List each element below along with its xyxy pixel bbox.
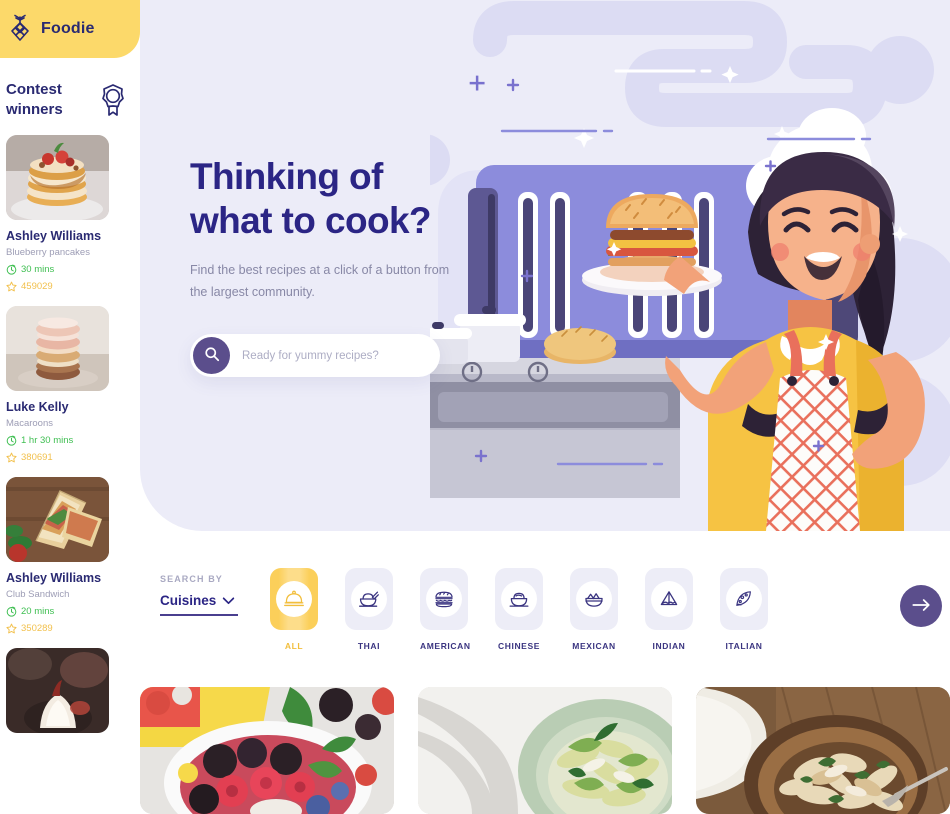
- cuisine-label: ALL: [284, 641, 304, 651]
- cuisine-label: THAI: [357, 641, 381, 651]
- list-item[interactable]: Ashley Williams Blueberry pancakes 30 mi…: [6, 134, 140, 292]
- hero-title-line2: what to cook?: [190, 199, 432, 241]
- whipped-cream-dessert-photo: [6, 647, 109, 733]
- chevron-down-icon: [222, 593, 235, 608]
- cuisine-item-thai[interactable]: THAI: [345, 568, 393, 651]
- winner-time: 20 mins: [6, 606, 140, 617]
- cuisine-tile: [720, 568, 768, 630]
- winner-dish: Blueberry pancakes: [6, 246, 90, 258]
- filter-dropdown-value: Cuisines: [160, 593, 217, 608]
- cuisine-tile: [570, 568, 618, 630]
- cuisine-item-american[interactable]: AMERICAN: [420, 568, 471, 651]
- recipe-card[interactable]: [696, 687, 950, 814]
- rice-bowl-icon: [501, 581, 537, 617]
- clock-icon: [6, 606, 17, 617]
- winner-likes-text: 459029: [21, 280, 53, 292]
- list-item[interactable]: [6, 647, 140, 733]
- search-button[interactable]: [193, 337, 230, 374]
- list-item[interactable]: Ashley Williams Club Sandwich 20 mins 35…: [6, 476, 140, 634]
- filter-dropdown[interactable]: Cuisines: [160, 593, 238, 616]
- cuisine-tile: [345, 568, 393, 630]
- star-icon: [6, 452, 17, 463]
- pineapple-icon: [6, 14, 34, 44]
- noodle-bowl-icon: [351, 581, 387, 617]
- burger-icon: [426, 581, 462, 617]
- search-by-label: SEARCH BY: [160, 574, 223, 584]
- star-icon: [6, 281, 17, 292]
- cuisine-item-all[interactable]: ALL: [270, 568, 318, 651]
- pancake-stack-photo: [6, 134, 109, 220]
- winner-name: Ashley Williams: [6, 228, 102, 243]
- winner-dish: Macaroons: [6, 417, 53, 429]
- next-page-button[interactable]: [900, 585, 942, 627]
- winner-time-text: 1 hr 30 mins: [21, 434, 74, 446]
- macaroon-stack-photo: [6, 305, 109, 391]
- cuisine-item-indian[interactable]: INDIAN: [645, 568, 693, 651]
- cuisine-item-chinese[interactable]: CHINESE: [495, 568, 543, 651]
- cuisine-filter-bar: SEARCH BY Cuisines ALL THAI AMERICAN CHI…: [140, 548, 950, 678]
- foodie-app-window: Foodie Contest winners Ashley Williams B…: [0, 0, 950, 814]
- cuisine-tile: [495, 568, 543, 630]
- pizza-slice-icon: [726, 581, 762, 617]
- sidebar: Foodie Contest winners Ashley Williams B…: [0, 0, 140, 814]
- cuisine-item-italian[interactable]: ITALIAN: [720, 568, 768, 651]
- contest-winners-header: Contest winners: [0, 58, 140, 121]
- clock-icon: [6, 264, 17, 275]
- hero-subtitle: Find the best recipes at a click of a bu…: [190, 260, 458, 303]
- hero-subtitle-line1: Find the best recipes at a click of a bu…: [190, 263, 421, 278]
- star-icon: [6, 623, 17, 634]
- cuisine-label: MEXICAN: [572, 641, 616, 651]
- winner-likes: 350289: [6, 623, 140, 634]
- nacho-bowl-icon: [576, 581, 612, 617]
- winner-name: Luke Kelly: [6, 399, 69, 414]
- recipe-card-row: [140, 687, 950, 814]
- search-icon: [204, 346, 220, 365]
- hero-title-line1: Thinking of: [190, 156, 383, 197]
- contest-winners-title: Contest winners: [6, 81, 63, 119]
- search-by-group: SEARCH BY Cuisines: [160, 574, 258, 616]
- winner-time: 30 mins: [6, 264, 140, 275]
- club-sandwich-photo: [6, 476, 109, 562]
- samosa-icon: [651, 581, 687, 617]
- cuisine-item-mexican[interactable]: MEXICAN: [570, 568, 618, 651]
- contest-winner-list: Ashley Williams Blueberry pancakes 30 mi…: [0, 121, 140, 733]
- recipe-card[interactable]: [418, 687, 672, 814]
- cloche-dome-icon: [276, 581, 312, 617]
- recipe-card[interactable]: [140, 687, 394, 814]
- winner-dish: Club Sandwich: [6, 588, 70, 600]
- cuisine-tile: [645, 568, 693, 630]
- award-medal-icon: [100, 83, 126, 117]
- brand-logo[interactable]: Foodie: [0, 0, 140, 58]
- winner-likes: 459029: [6, 281, 140, 292]
- brand-name: Foodie: [41, 20, 95, 37]
- page-title: Thinking of what to cook?: [190, 155, 520, 242]
- winner-name: Ashley Williams: [6, 570, 102, 585]
- winner-likes: 380691: [6, 452, 140, 463]
- cuisine-list: ALL THAI AMERICAN CHINESE MEXICAN INDIAN…: [270, 568, 768, 651]
- winner-likes-text: 350289: [21, 622, 53, 634]
- hero-copy: Thinking of what to cook? Find the best …: [190, 155, 520, 303]
- cuisine-label: AMERICAN: [420, 641, 471, 651]
- list-item[interactable]: Luke Kelly Macaroons 1 hr 30 mins 380691: [6, 305, 140, 463]
- cuisine-label: INDIAN: [652, 641, 686, 651]
- cuisine-label: ITALIAN: [725, 641, 763, 651]
- search-bar[interactable]: [190, 334, 440, 377]
- winner-time-text: 30 mins: [21, 263, 55, 275]
- clock-icon: [6, 435, 17, 446]
- winner-likes-text: 380691: [21, 451, 53, 463]
- hero-banner: Thinking of what to cook? Find the best …: [140, 0, 950, 531]
- cuisine-tile: [270, 568, 318, 630]
- cuisine-label: CHINESE: [498, 641, 540, 651]
- winner-time: 1 hr 30 mins: [6, 435, 140, 446]
- cuisine-tile: [420, 568, 468, 630]
- arrow-right-icon: [911, 598, 931, 615]
- winner-time-text: 20 mins: [21, 605, 55, 617]
- search-input[interactable]: [230, 349, 440, 362]
